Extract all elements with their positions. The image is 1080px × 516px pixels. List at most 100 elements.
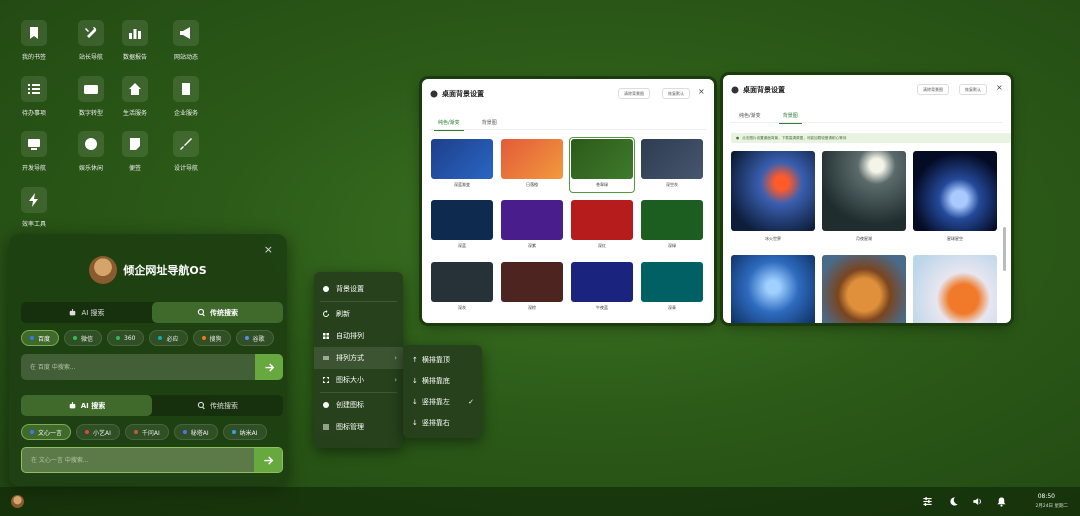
- submenu-item[interactable]: ↑ 横排靠顶: [403, 349, 482, 370]
- menu-item-expand[interactable]: 图标大小 ›: [314, 369, 403, 391]
- reset-default-button[interactable]: 恢复默认: [959, 84, 987, 95]
- search-input[interactable]: [21, 354, 255, 380]
- chip-label: 纳米AI: [239, 429, 258, 437]
- engine-chip[interactable]: 360: [107, 330, 145, 346]
- color-swatch[interactable]: [571, 139, 633, 179]
- tab-ai-search[interactable]: AI 搜索: [21, 395, 152, 416]
- window-title-text: 桌面背景设置: [442, 90, 484, 98]
- bg-image-blue-burst[interactable]: [731, 255, 815, 323]
- engine-chip[interactable]: 谷歌: [235, 330, 274, 346]
- tab-ai-search[interactable]: AI 搜索: [21, 302, 152, 323]
- ai-engine-chip[interactable]: 小艺AI: [76, 424, 120, 440]
- desktop-icon-label: 效率工具: [21, 221, 46, 228]
- menu-item-palette[interactable]: 背景设置: [314, 278, 403, 300]
- clear-bg-button[interactable]: 清除背景图: [618, 88, 650, 99]
- tab-traditional-search[interactable]: 传统搜索: [152, 395, 283, 416]
- ai-engine-chip[interactable]: 纳米AI: [222, 424, 267, 440]
- start-avatar[interactable]: [11, 495, 24, 508]
- engine-dot: [116, 336, 121, 340]
- desktop-icon-label: 待办事项: [21, 110, 46, 117]
- arrow-icon: ↓: [412, 397, 418, 406]
- swatch-label: 深红: [598, 243, 606, 248]
- card-icon: [84, 85, 98, 94]
- menu-item-label: 图标大小: [336, 376, 364, 384]
- engine-chip[interactable]: 百度: [21, 330, 60, 346]
- menu-item-label: 图标管理: [336, 423, 364, 431]
- sliders-icon[interactable]: [922, 496, 933, 507]
- desktop-icon-building[interactable]: 企业服务: [158, 76, 214, 117]
- swatch-label: 深棕: [528, 305, 536, 310]
- desktop-icon-label: 企业服务: [173, 110, 198, 117]
- color-swatch[interactable]: [431, 200, 493, 240]
- bg-image-ice-fire[interactable]: [731, 151, 815, 231]
- menu-item-label: 刷新: [336, 310, 350, 318]
- bg-image-fox-bunny[interactable]: [913, 255, 997, 323]
- desktop-icon-checklist[interactable]: 待办事项: [6, 76, 62, 117]
- desktop-icon-megaphone[interactable]: 网站动态: [158, 20, 214, 61]
- desktop-icon-bolt[interactable]: 效率工具: [6, 187, 62, 228]
- menu-item-refresh[interactable]: 刷新: [314, 303, 403, 325]
- chip-label: 360: [124, 334, 136, 342]
- bg-image-fox-hat[interactable]: [822, 255, 906, 323]
- desktop-icon-brush[interactable]: 设计导航: [158, 131, 214, 172]
- engine-chip[interactable]: 搜狗: [192, 330, 231, 346]
- search-submit-button[interactable]: [255, 354, 283, 380]
- engine-chip[interactable]: 必应: [149, 330, 188, 346]
- clear-bg-label: 清除背景图: [923, 86, 943, 92]
- notice-text: 点击图片设置桌面背景，下载高清原图，可能加载较慢请耐心等待: [742, 135, 847, 140]
- check-icon: ✓: [468, 397, 474, 406]
- menu-item-lines[interactable]: 排列方式 ›: [314, 347, 403, 369]
- close-icon[interactable]: ×: [264, 243, 273, 256]
- color-swatch[interactable]: [501, 262, 563, 302]
- icon-tile: [78, 20, 104, 46]
- color-swatch[interactable]: [641, 200, 703, 240]
- ai-engine-chip[interactable]: 文心一言: [21, 424, 72, 440]
- tab-divider: [430, 129, 706, 130]
- submenu-item[interactable]: ↓ 竖排靠左 ✓: [403, 391, 482, 412]
- tab-traditional-search[interactable]: 传统搜索: [152, 302, 283, 323]
- color-swatch[interactable]: [571, 200, 633, 240]
- clear-bg-button[interactable]: 清除背景图: [917, 84, 949, 95]
- color-swatch[interactable]: [571, 262, 633, 302]
- clock-time[interactable]: 08:50: [1038, 493, 1055, 500]
- volume-icon[interactable]: [972, 496, 983, 507]
- close-icon[interactable]: ×: [996, 83, 1003, 92]
- menu-item-sliders[interactable]: 图标管理: [314, 416, 403, 438]
- clear-bg-label: 清除背景图: [624, 90, 644, 96]
- engine-dot: [231, 430, 236, 434]
- color-swatch[interactable]: [431, 262, 493, 302]
- engine-chip[interactable]: 微信: [64, 330, 103, 346]
- bell-icon[interactable]: [996, 496, 1007, 507]
- color-swatch[interactable]: [641, 262, 703, 302]
- ai-engine-chip[interactable]: 秘塔AI: [173, 424, 218, 440]
- submenu-item[interactable]: ↓ 横排靠底: [403, 370, 482, 391]
- submenu-item[interactable]: ↓ 竖排靠右: [403, 412, 482, 433]
- close-icon[interactable]: ×: [698, 87, 705, 96]
- bg-image-planet[interactable]: [913, 151, 997, 231]
- color-swatch[interactable]: [501, 200, 563, 240]
- color-swatch[interactable]: [501, 139, 563, 179]
- desktop-icon-note[interactable]: 便签: [107, 131, 163, 172]
- menu-item-plus-circle[interactable]: 创建图标: [314, 394, 403, 416]
- window-title-text: 桌面背景设置: [743, 86, 785, 94]
- menu-item-grid[interactable]: 自动排列: [314, 325, 403, 347]
- bg-image-moon-lake[interactable]: [822, 151, 906, 231]
- desktop-icon-monitor[interactable]: 开发导航: [6, 131, 62, 172]
- checklist-icon: [28, 84, 40, 94]
- moon-icon[interactable]: [948, 496, 959, 507]
- chip-label: 搜狗: [209, 335, 222, 343]
- color-swatch[interactable]: [431, 139, 493, 179]
- desktop-icon-home[interactable]: 生活服务: [107, 76, 163, 117]
- ai-engine-chip[interactable]: 千问AI: [124, 424, 169, 440]
- desktop-icon-chart[interactable]: 数据报告: [107, 20, 163, 61]
- submenu-item-label: 竖排靠右: [421, 418, 450, 427]
- reset-default-button[interactable]: 恢复默认: [662, 88, 690, 99]
- desktop-icon-bookmark[interactable]: 我的书签: [6, 20, 62, 61]
- color-swatch[interactable]: [641, 139, 703, 179]
- ai-search-box: [21, 447, 283, 473]
- scrollbar[interactable]: [1003, 227, 1006, 271]
- ai-search-input[interactable]: [22, 448, 254, 472]
- ai-search-submit-button[interactable]: [254, 448, 282, 472]
- menu-divider: [320, 392, 397, 393]
- engine-dot: [158, 336, 163, 340]
